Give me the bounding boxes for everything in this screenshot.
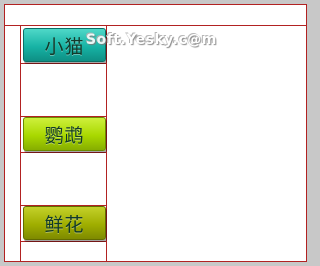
menu-row-divider xyxy=(21,63,106,64)
watermark: Soft.Yesky.c@m xyxy=(86,32,217,48)
menu-item-label: 鲜花 xyxy=(44,213,85,236)
menu-row-divider xyxy=(21,152,106,153)
page-frame: 小猫 鹦鹉 鲜花 Soft.Yesky.c@m xyxy=(4,4,307,262)
menu-item-flowers[interactable]: 鲜花 xyxy=(23,206,106,240)
left-column-divider xyxy=(20,26,21,262)
right-column-divider xyxy=(106,26,107,262)
menu-item-label: 小猫 xyxy=(44,35,85,58)
menu-item-label: 鹦鹉 xyxy=(44,124,85,147)
top-row-divider xyxy=(5,25,306,26)
menu-item-parrot[interactable]: 鹦鹉 xyxy=(23,117,106,151)
menu-row-divider xyxy=(21,241,106,242)
